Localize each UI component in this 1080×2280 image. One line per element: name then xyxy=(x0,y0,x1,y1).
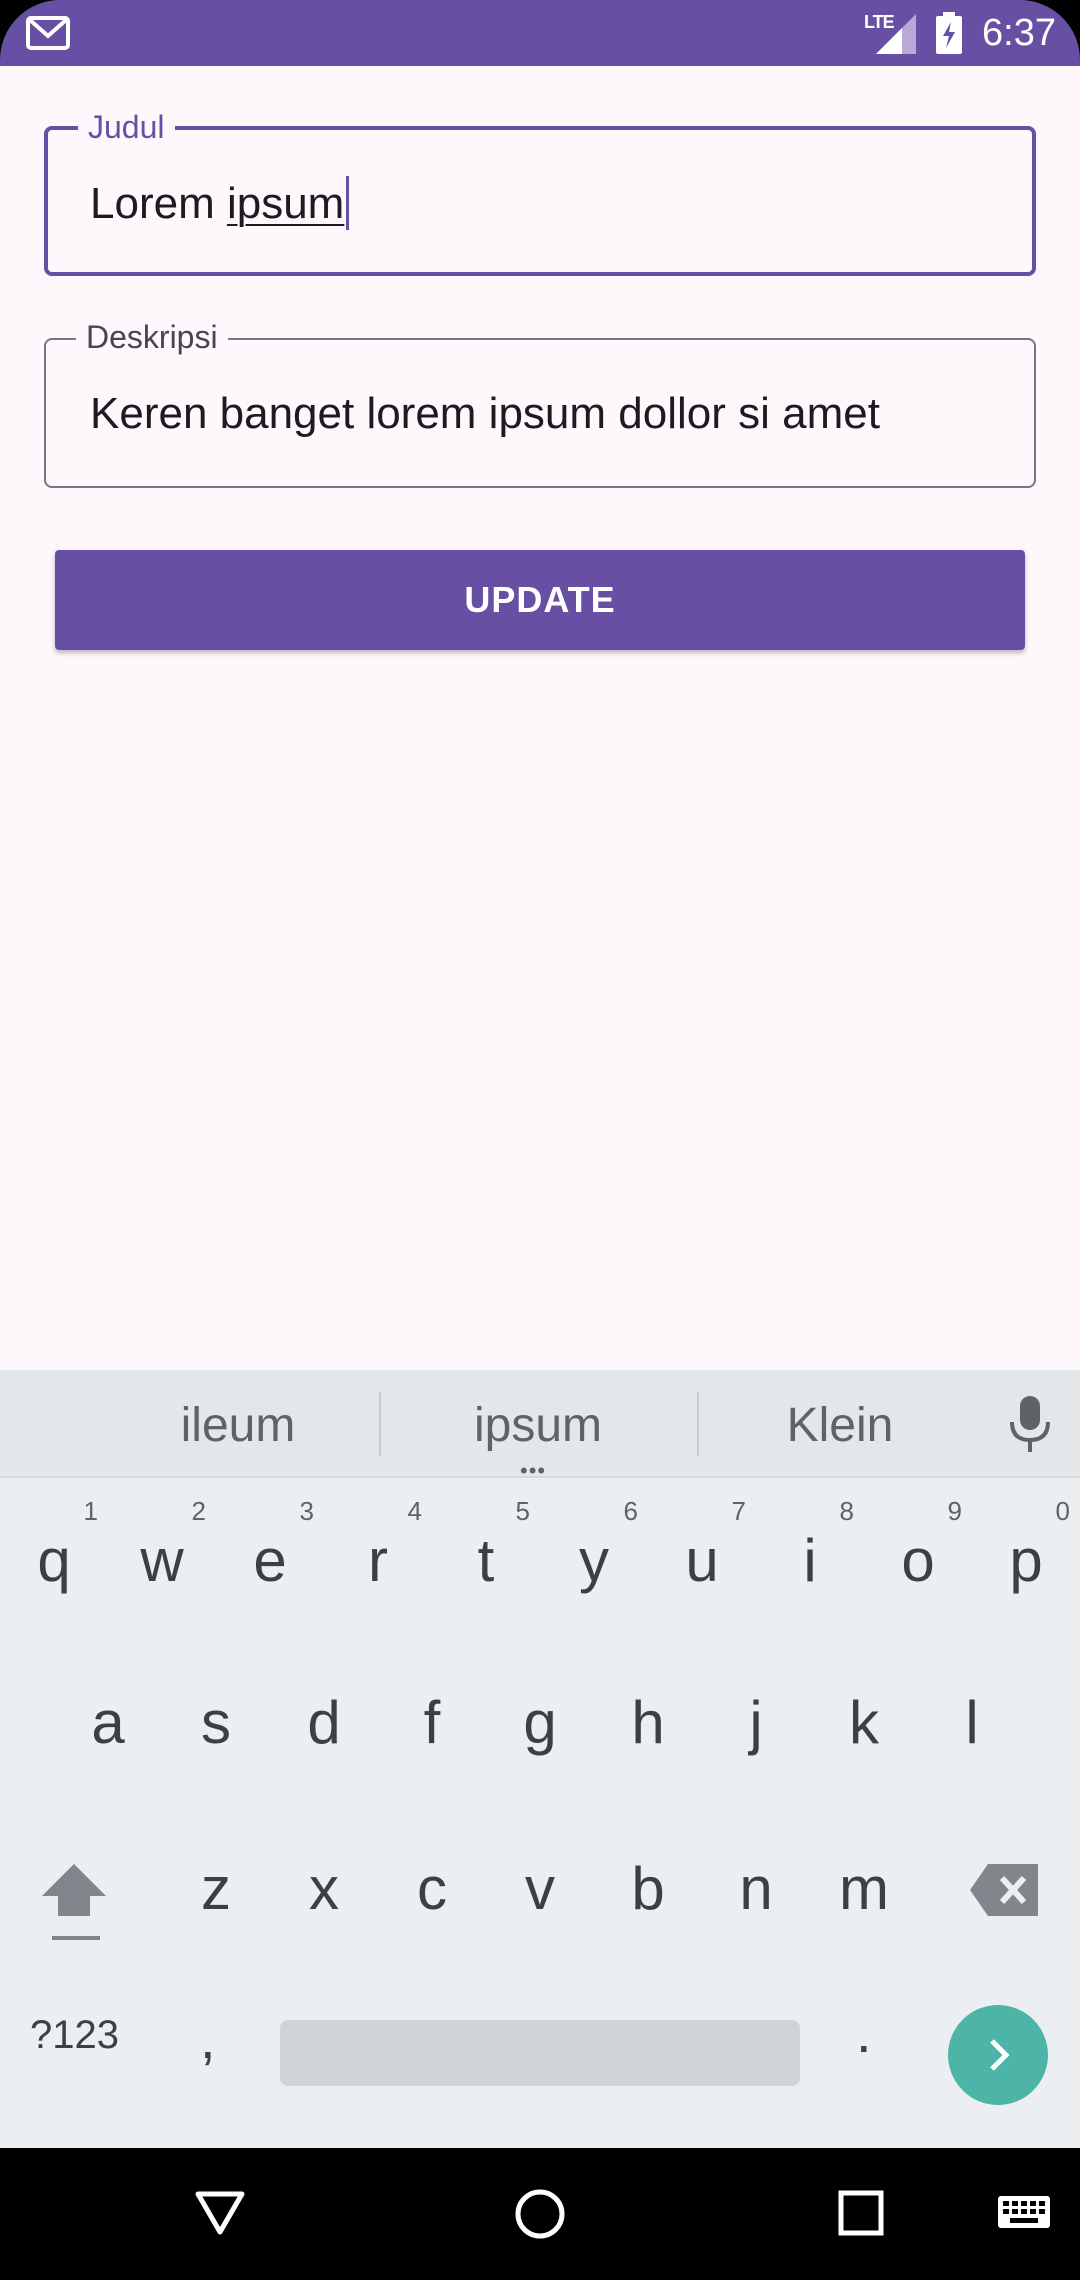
suggestion-1[interactable]: ileum xyxy=(118,1398,358,1453)
key-y[interactable]: y6 xyxy=(540,1486,648,1636)
key-o[interactable]: o9 xyxy=(864,1486,972,1636)
key-i[interactable]: i8 xyxy=(756,1486,864,1636)
comma-key[interactable]: , xyxy=(200,2006,216,2071)
space-bar[interactable] xyxy=(280,2020,800,2086)
backspace-icon[interactable] xyxy=(968,1862,1040,1918)
soft-keyboard: ileum ipsum Klein ••• q1 w2 e3 r4 t5 y6 … xyxy=(0,1370,1080,2148)
key-h[interactable]: h xyxy=(594,1648,702,1798)
signal-icon xyxy=(876,14,916,54)
more-suggestions-icon[interactable]: ••• xyxy=(520,1460,546,1482)
key-r[interactable]: r4 xyxy=(324,1486,432,1636)
shift-icon[interactable] xyxy=(38,1860,110,1942)
microphone-icon[interactable] xyxy=(1004,1394,1056,1454)
key-m[interactable]: m xyxy=(810,1814,918,1964)
key-g[interactable]: g xyxy=(486,1648,594,1798)
suggestion-2[interactable]: ipsum xyxy=(418,1398,658,1453)
key-f[interactable]: f xyxy=(378,1648,486,1798)
key-t[interactable]: t5 xyxy=(432,1486,540,1636)
key-z[interactable]: z xyxy=(162,1814,270,1964)
key-u[interactable]: u7 xyxy=(648,1486,756,1636)
next-key[interactable] xyxy=(948,2005,1048,2105)
status-bar: LTE 6:37 xyxy=(0,0,1080,66)
key-q[interactable]: q1 xyxy=(0,1486,108,1636)
description-field[interactable]: Deskripsi Keren banget lorem ipsum dollo… xyxy=(44,318,1036,488)
key-p[interactable]: p0 xyxy=(972,1486,1080,1636)
title-field[interactable]: Judul Lorem ipsum xyxy=(44,108,1036,276)
recents-icon[interactable] xyxy=(838,2190,884,2236)
chevron-right-icon xyxy=(990,2039,1010,2071)
keyboard-switch-icon[interactable] xyxy=(996,2194,1052,2234)
clock: 6:37 xyxy=(982,12,1056,54)
key-s[interactable]: s xyxy=(162,1648,270,1798)
gmail-icon xyxy=(26,16,70,50)
description-field-label: Deskripsi xyxy=(76,318,228,356)
key-w[interactable]: w2 xyxy=(108,1486,216,1636)
key-e[interactable]: e3 xyxy=(216,1486,324,1636)
symbols-key[interactable]: ?123 xyxy=(30,2010,119,2060)
suggestion-3[interactable]: Klein xyxy=(720,1398,960,1453)
suggestion-divider xyxy=(697,1392,699,1456)
key-k[interactable]: k xyxy=(810,1648,918,1798)
key-v[interactable]: v xyxy=(486,1814,594,1964)
description-field-value[interactable]: Keren banget lorem ipsum dollor si amet xyxy=(90,388,880,440)
period-key[interactable]: . xyxy=(856,2000,872,2065)
suggestion-strip: ileum ipsum Klein ••• xyxy=(0,1370,1080,1482)
update-button[interactable]: UPDATE xyxy=(55,550,1025,650)
edit-form-screen: Judul Lorem ipsum Deskripsi Keren banget… xyxy=(0,66,1080,1370)
suggestion-divider xyxy=(379,1392,381,1456)
title-field-label: Judul xyxy=(78,108,175,146)
title-field-value[interactable]: Lorem ipsum xyxy=(90,176,350,230)
home-icon[interactable] xyxy=(514,2188,566,2240)
key-l[interactable]: l xyxy=(918,1648,1026,1798)
title-value-prefix: Lorem xyxy=(90,179,227,228)
text-cursor xyxy=(346,176,350,230)
back-icon[interactable] xyxy=(194,2190,246,2236)
key-c[interactable]: c xyxy=(378,1814,486,1964)
key-b[interactable]: b xyxy=(594,1814,702,1964)
battery-charging-icon xyxy=(936,12,962,54)
key-x[interactable]: x xyxy=(270,1814,378,1964)
key-d[interactable]: d xyxy=(270,1648,378,1798)
key-n[interactable]: n xyxy=(702,1814,810,1964)
key-a[interactable]: a xyxy=(54,1648,162,1798)
title-value-composing-word: ipsum xyxy=(226,179,345,228)
navigation-bar xyxy=(0,2148,1080,2280)
key-j[interactable]: j xyxy=(702,1648,810,1798)
